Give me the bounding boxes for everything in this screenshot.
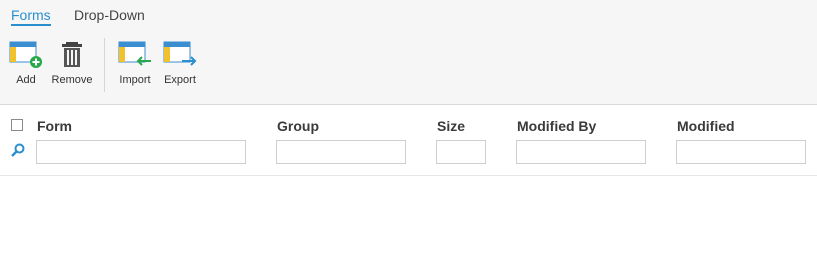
select-all-checkbox[interactable] [11, 119, 23, 131]
column-header-group[interactable]: Group [277, 118, 319, 134]
remove-label: Remove [51, 74, 93, 86]
add-label: Add [16, 74, 36, 86]
remove-button[interactable]: Remove [49, 40, 95, 86]
form-import-icon [118, 41, 151, 66]
export-label: Export [164, 74, 196, 86]
search-icon [11, 143, 25, 157]
column-header-modified-by[interactable]: Modified By [517, 118, 596, 134]
form-add-icon [9, 41, 42, 68]
modified-by-filter-input[interactable] [516, 140, 646, 164]
size-filter-input[interactable] [436, 140, 486, 164]
column-header-size[interactable]: Size [437, 118, 465, 134]
toolbar-divider [104, 38, 105, 92]
column-header-modified[interactable]: Modified [677, 118, 735, 134]
group-filter-input[interactable] [276, 140, 406, 164]
import-button[interactable]: Import [112, 40, 158, 86]
export-button[interactable]: Export [157, 40, 203, 86]
import-label: Import [119, 74, 151, 86]
grid-header: Form Group Size Modified By Modified [0, 105, 817, 176]
tab-drop-down[interactable]: Drop-Down [74, 7, 145, 23]
add-button[interactable]: Add [3, 40, 49, 86]
modified-filter-input[interactable] [676, 140, 806, 164]
ribbon: Forms Drop-Down Add Remove Import Export [0, 0, 817, 105]
column-header-form[interactable]: Form [37, 118, 72, 134]
tab-forms[interactable]: Forms [11, 7, 51, 26]
form-filter-input[interactable] [36, 140, 246, 164]
form-export-icon [163, 41, 197, 66]
trash-icon [62, 42, 82, 67]
